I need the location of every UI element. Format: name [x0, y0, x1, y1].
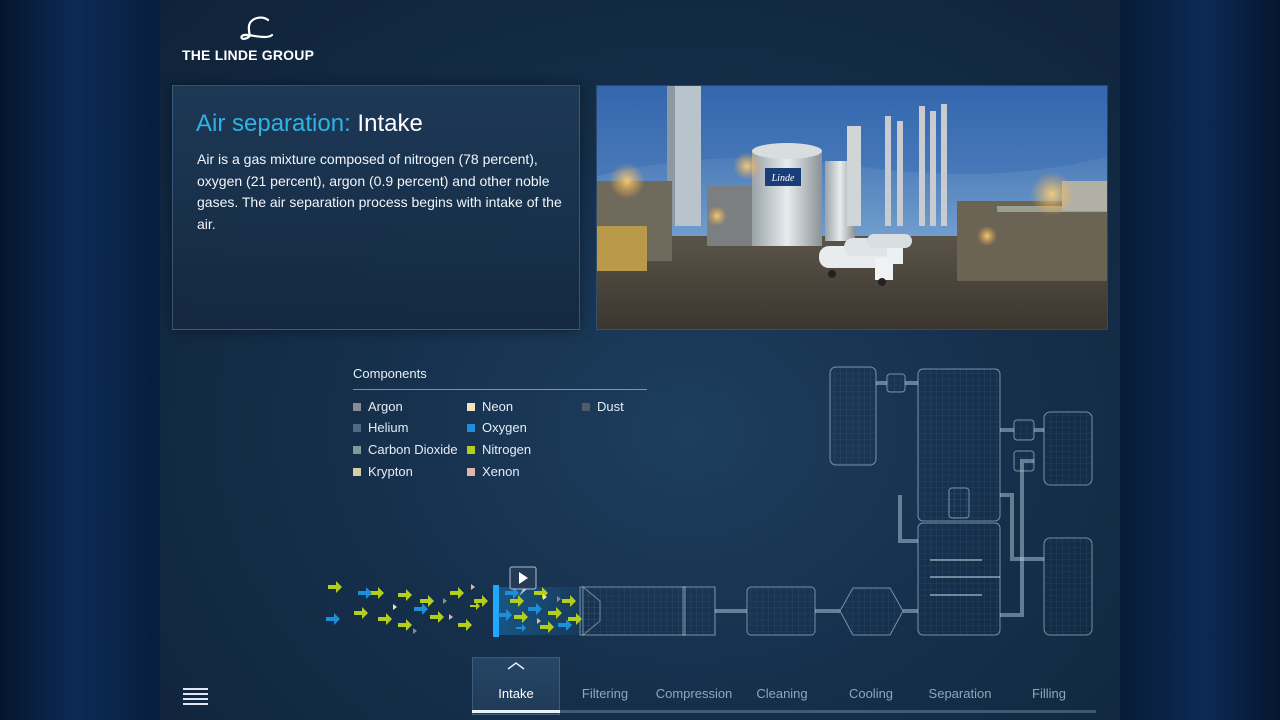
- vessel-right-top: [1043, 411, 1093, 486]
- logo-text: THE LINDE GROUP: [182, 47, 315, 63]
- vessel-right-bottom: [1043, 537, 1093, 636]
- progress-track-active: [472, 710, 560, 713]
- tab-filtering[interactable]: Filtering: [560, 686, 650, 701]
- process-diagram: [326, 366, 1093, 637]
- photo-sign: Linde: [771, 173, 795, 184]
- tab-cooling[interactable]: Cooling: [826, 686, 916, 701]
- plant-photo: Linde: [596, 85, 1108, 330]
- title-prefix: Air separation:: [196, 110, 351, 137]
- linde-logo-mark-icon: [240, 16, 274, 40]
- valve-right-1: [1013, 419, 1035, 441]
- title-step: Intake: [357, 110, 423, 137]
- column-lower: [917, 522, 1001, 636]
- info-body: Air is a gas mixture composed of nitroge…: [197, 151, 562, 232]
- vessel-top-left: [829, 366, 877, 466]
- tab-compression[interactable]: Compression: [649, 686, 739, 701]
- progress-track: [472, 710, 1096, 713]
- column-neck: [948, 487, 970, 519]
- intake-filter-edge: [493, 585, 499, 637]
- pipe-section-2: [682, 586, 716, 636]
- tab-cleaning[interactable]: Cleaning: [737, 686, 827, 701]
- info-panel: Air separation: Intake Air is a gas mixt…: [172, 85, 580, 330]
- tab-intake[interactable]: Intake: [471, 686, 561, 701]
- tab-separation[interactable]: Separation: [915, 686, 1005, 701]
- valve-top: [886, 373, 906, 393]
- process-nav: Intake Filtering Compression Cleaning Co…: [160, 650, 1120, 720]
- chevron-up-icon[interactable]: [506, 660, 526, 672]
- tab-filling[interactable]: Filling: [1004, 686, 1094, 701]
- linde-logo: THE LINDE GROUP: [182, 16, 314, 66]
- hamburger-menu-icon[interactable]: [183, 688, 208, 705]
- cleaner-unit: [839, 587, 904, 636]
- compressor: [746, 586, 816, 636]
- info-title: Air separation: Intake: [196, 110, 423, 138]
- process-screen: THE LINDE GROUP Air separation: Intake A…: [160, 0, 1120, 720]
